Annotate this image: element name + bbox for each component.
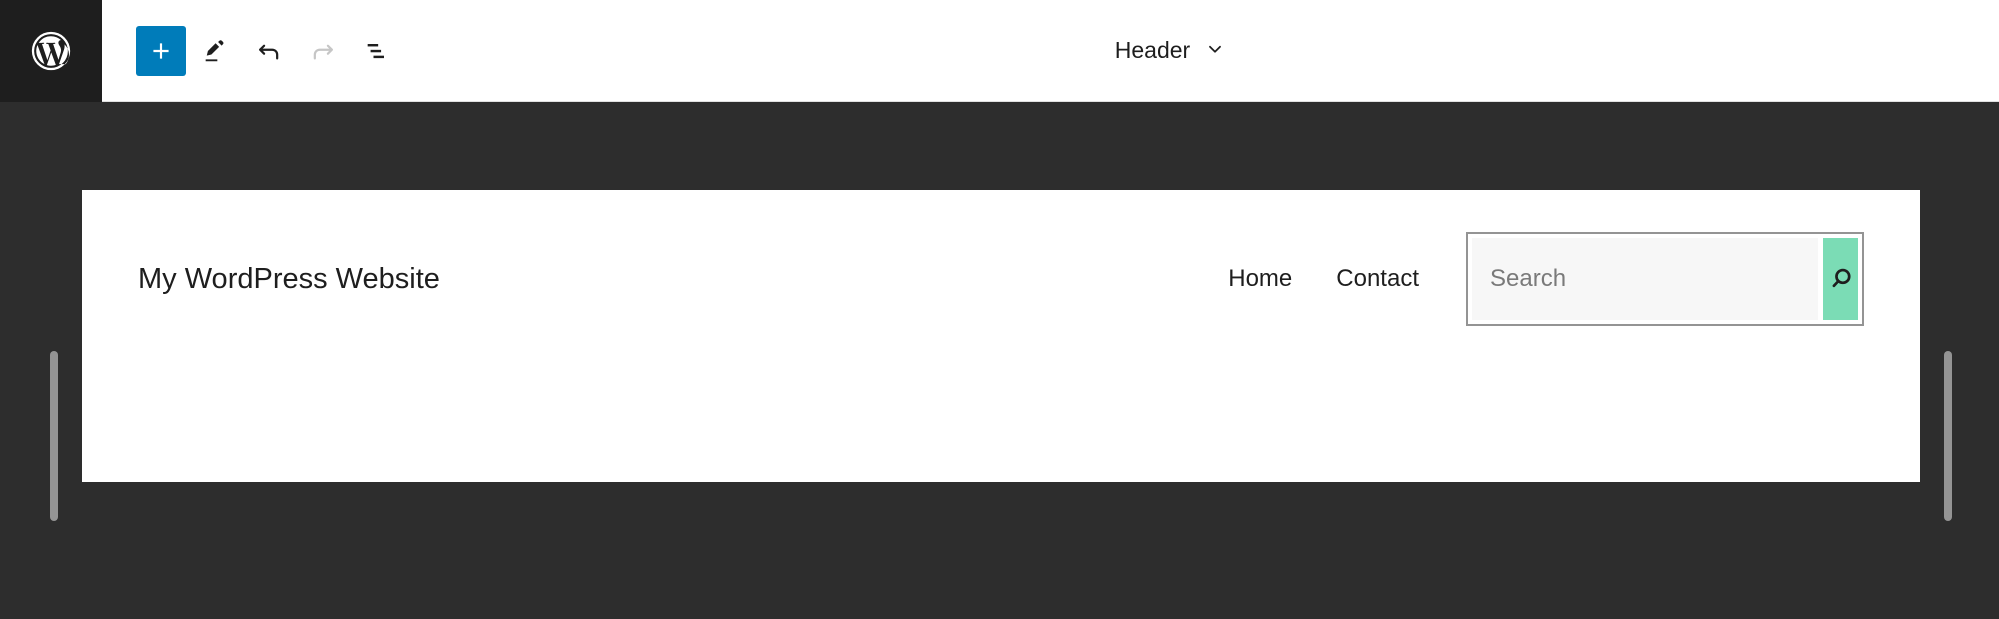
edit-tool-button[interactable] <box>190 26 240 76</box>
wordpress-logo-icon <box>28 28 74 74</box>
header-right-group: Home Contact <box>1228 232 1864 326</box>
wordpress-site-editor: Header My WordPress Website Home Contact <box>0 0 1999 619</box>
canvas-resize-handle-left[interactable] <box>50 351 58 521</box>
nav-link-contact[interactable]: Contact <box>1336 265 1419 293</box>
chevron-down-icon <box>1204 38 1226 63</box>
document-switcher-button[interactable]: Header <box>1105 30 1236 71</box>
redo-arrow-icon <box>309 37 337 65</box>
magnifier-icon <box>1824 262 1858 296</box>
search-input[interactable] <box>1472 238 1818 320</box>
plus-icon <box>148 38 174 64</box>
search-block-selected[interactable] <box>1466 232 1864 326</box>
add-block-button[interactable] <box>136 25 186 76</box>
editor-top-toolbar: Header <box>0 0 1999 102</box>
list-view-icon <box>363 37 391 65</box>
editor-canvas-area: My WordPress Website Home Contact <box>0 103 1999 619</box>
canvas-resize-handle-right[interactable] <box>1944 351 1952 521</box>
nav-link-home[interactable]: Home <box>1228 265 1292 293</box>
pencil-icon <box>201 37 229 65</box>
document-switcher-label: Header <box>1114 37 1191 63</box>
header-template-part[interactable]: My WordPress Website Home Contact <box>82 190 1920 368</box>
undo-button[interactable] <box>244 26 294 76</box>
site-preview-canvas: My WordPress Website Home Contact <box>82 190 1920 482</box>
site-title[interactable]: My WordPress Website <box>138 262 440 297</box>
navigation-block[interactable]: Home Contact <box>1228 265 1419 293</box>
document-bar: Header <box>402 30 1999 71</box>
wordpress-logo-button[interactable] <box>0 0 102 102</box>
toolbar-button-group <box>102 25 402 76</box>
list-view-button[interactable] <box>352 26 402 76</box>
redo-button[interactable] <box>298 26 348 76</box>
search-submit-button[interactable] <box>1823 238 1858 320</box>
undo-arrow-icon <box>255 37 283 65</box>
